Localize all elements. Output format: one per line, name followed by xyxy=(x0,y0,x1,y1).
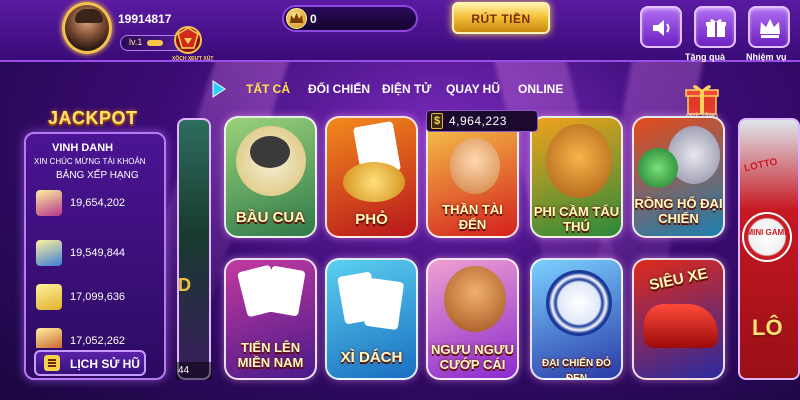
game-thumbnail xyxy=(36,240,62,266)
game-tile-dai-chien-do-den[interactable]: ĐẠI CHIẾN ĐỎ ĐEN xyxy=(530,258,623,380)
gift-box-icon[interactable] xyxy=(684,82,720,116)
game-title: NGƯU NGƯU CƯỚP CÁI xyxy=(431,342,514,372)
gift-label: Tặng quà xyxy=(685,52,725,62)
god-of-wealth-icon xyxy=(450,138,500,194)
jackpot-row: 17,052,262 xyxy=(36,328,160,348)
crown-icon xyxy=(760,19,780,38)
gift-button[interactable] xyxy=(694,6,736,48)
speaker-icon xyxy=(653,20,670,36)
partial-card-value: 44 xyxy=(176,362,212,380)
game-tile-bau-cua[interactable]: BẦU CUA xyxy=(224,116,317,238)
tab-slots[interactable]: QUAY HŨ xyxy=(446,82,500,96)
jackpot-pot-bar: $ 4,964,223 xyxy=(426,110,538,132)
jackpot-value: 17,052,262 xyxy=(70,335,126,347)
partial-game-card-left[interactable] xyxy=(177,118,211,380)
balance-amount: 0 xyxy=(310,12,317,26)
game-tile-than-tai-den[interactable]: THẦN TÀI ĐẾN xyxy=(426,116,519,238)
coin-pile-icon xyxy=(343,162,405,202)
game-tile-nguu-nguu-cuop-cai[interactable]: NGƯU NGƯU CƯỚP CÁI xyxy=(426,258,519,380)
game-thumbnail xyxy=(36,284,62,310)
mission-label: Nhiệm vụ xyxy=(746,52,787,62)
balance-bar[interactable]: 0 xyxy=(282,5,418,32)
game-title: PHI CẦM TẨU THÚ xyxy=(533,204,620,234)
game-title: XÌ DÁCH xyxy=(340,349,403,366)
poker-chip-icon xyxy=(546,270,612,336)
game-title: BẦU CUA xyxy=(235,209,306,226)
tab-battle[interactable]: ĐỐI CHIẾN xyxy=(308,82,370,96)
minigame-button[interactable] xyxy=(742,212,792,262)
crown-coin-icon xyxy=(286,8,307,29)
bowl-icon xyxy=(250,136,290,168)
game-title: THẦN TÀI ĐẾN xyxy=(442,202,503,232)
playing-card-icon xyxy=(264,265,306,317)
gift-icon xyxy=(706,19,726,37)
game-tile-pho[interactable]: PHỎ xyxy=(325,116,418,238)
game-tile-xi-dach[interactable]: XÌ DÁCH xyxy=(325,258,418,380)
tab-online[interactable]: ONLINE xyxy=(518,82,563,96)
history-label: LỊCH SỬ HŨ xyxy=(70,357,140,371)
list-icon xyxy=(44,355,60,371)
bull-icon xyxy=(444,266,506,332)
game-title: ĐẠI CHIẾN ĐỎ ĐEN xyxy=(542,358,611,380)
dollar-icon: $ xyxy=(431,113,443,129)
pot-value: 4,964,223 xyxy=(449,114,507,128)
level-progress-fill xyxy=(147,40,163,46)
jackpot-row: 19,549,844 xyxy=(36,240,160,274)
mission-button[interactable] xyxy=(748,6,790,48)
dragon-icon xyxy=(638,148,678,188)
game-title: RỒNG HỔ ĐẠI CHIẾN xyxy=(634,196,723,226)
game-tile-rong-ho-dai-chien[interactable]: RỒNG HỔ ĐẠI CHIẾN xyxy=(632,116,725,238)
jackpot-history-button[interactable]: LỊCH SỬ HŨ xyxy=(34,350,146,376)
event-badge-text: XÔCH XĐƯT XỦT xyxy=(172,56,214,62)
game-tile-tien-len-mien-nam[interactable]: TIẾN LÊN MIỀN NAM xyxy=(224,258,317,380)
lion-icon xyxy=(546,124,612,198)
game-title: SIÊU XE xyxy=(647,265,710,294)
avatar[interactable] xyxy=(62,2,112,54)
withdraw-label: RÚT TIỀN xyxy=(471,12,531,26)
jackpot-value: 19,654,202 xyxy=(70,197,126,209)
ace-card-icon xyxy=(363,277,405,331)
partial-card-text: D xyxy=(178,275,191,295)
race-car-icon xyxy=(644,304,718,348)
game-title: PHỎ xyxy=(355,211,388,228)
tab-electronic[interactable]: ĐIỆN TỬ xyxy=(382,82,431,96)
tab-all[interactable]: TẤT CẢ xyxy=(246,82,290,96)
minigame-label: MINI GAME xyxy=(746,228,790,237)
jackpot-title: JACKPOT xyxy=(48,108,138,128)
game-thumbnail xyxy=(36,190,62,216)
game-tile-phi-cam-tau-thu[interactable]: PHI CẦM TẨU THÚ xyxy=(530,116,623,238)
game-title: TIẾN LÊN MIỀN NAM xyxy=(237,340,304,370)
play-icon[interactable] xyxy=(212,80,226,98)
event-badge-icon[interactable] xyxy=(164,24,214,58)
avatar-hair xyxy=(75,9,103,23)
level-label: lv.1 xyxy=(129,37,143,47)
jackpot-subtitle: VINH DANH xyxy=(52,142,114,154)
jackpot-line2: BẢNG XẾP HẠNG xyxy=(56,170,139,181)
game-thumbnail xyxy=(36,328,62,348)
jackpot-value: 19,549,844 xyxy=(70,247,126,259)
withdraw-button[interactable]: RÚT TIỀN xyxy=(452,2,550,34)
game-tile-sieu-xe[interactable]: SIÊU XE xyxy=(632,258,725,380)
jackpot-row: 19,654,202 xyxy=(36,190,160,224)
jackpot-row: 17,099,636 xyxy=(36,284,160,318)
jackpot-value: 17,099,636 xyxy=(70,291,126,303)
lo-label: LÔ xyxy=(752,315,783,340)
jackpot-line1: XIN CHÚC MỪNG TÀI KHOẢN xyxy=(34,157,146,166)
sound-button[interactable] xyxy=(640,6,682,48)
